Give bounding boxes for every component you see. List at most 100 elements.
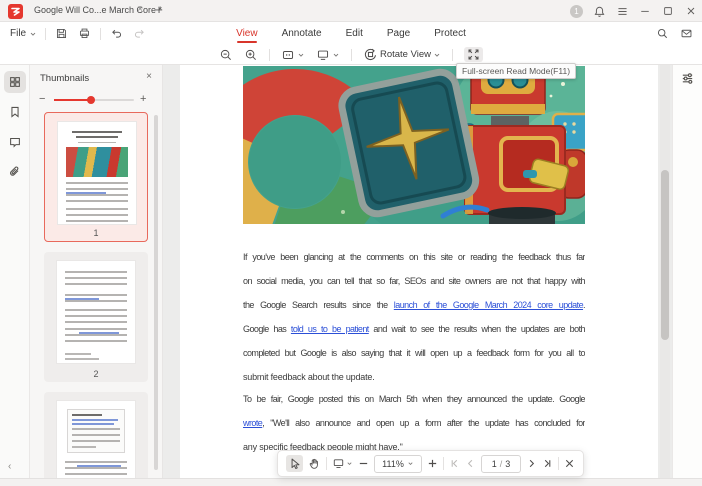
slider-plus-icon[interactable]: +	[140, 93, 146, 105]
chevron-down-icon	[332, 51, 340, 59]
bell-icon[interactable]	[592, 4, 606, 18]
page-view-icon	[332, 457, 345, 470]
text-line: on social media, you can tell that so fa…	[243, 269, 585, 293]
thumbnail-2-page-number: 2	[44, 369, 148, 379]
new-tab-button[interactable]: +	[152, 2, 166, 18]
tab-close-icon[interactable]: ×	[134, 4, 146, 16]
document-area: If you've been glancing at the comments …	[163, 65, 672, 478]
link-march-2024-core-update[interactable]: launch of the Google March 2024 core upd…	[394, 300, 583, 310]
chevron-down-icon	[433, 51, 441, 59]
panel-close-icon[interactable]: ×	[143, 71, 155, 83]
chevron-down-icon	[297, 51, 305, 59]
mail-icon[interactable]	[679, 26, 694, 41]
bookmark-icon	[8, 105, 22, 119]
thumbnail-page-2[interactable]: 2	[44, 252, 148, 382]
page-number-box[interactable]: 1 / 3	[481, 455, 521, 473]
divider	[351, 49, 352, 61]
hand-tool-button[interactable]	[308, 457, 321, 470]
link-told-us-to-be-patient[interactable]: told us to be patient	[291, 324, 369, 334]
text-line: To be fair, Google posted this on March …	[243, 387, 585, 411]
chevron-right-icon	[526, 458, 537, 469]
properties-sliders-icon[interactable]	[680, 71, 696, 87]
rotate-view-label: Rotate View	[380, 49, 431, 60]
thumbnail-page-1[interactable]: 1	[44, 112, 148, 242]
text-segment: Google has	[243, 324, 291, 334]
close-icon	[564, 458, 575, 469]
last-page-icon	[542, 458, 553, 469]
chevron-down-icon	[407, 460, 414, 467]
zoom-level-value: 111%	[382, 459, 404, 469]
select-tool-button[interactable]	[286, 455, 303, 472]
zoom-level-dropdown[interactable]: 111%	[374, 455, 422, 473]
page-display-dropdown[interactable]	[332, 457, 353, 470]
thumbnail-2-preview	[56, 260, 136, 364]
rotate-view-icon	[363, 47, 378, 62]
zoom-decrease-icon[interactable]	[358, 458, 369, 469]
zoom-in-icon[interactable]	[244, 48, 258, 62]
bookmarks-panel-button[interactable]	[4, 101, 26, 123]
thumbnails-panel-title: Thumbnails	[40, 73, 89, 84]
text-line: If you've been glancing at the comments …	[243, 245, 585, 269]
window-bottom-edge	[0, 478, 702, 486]
view-toolbar: Rotate View	[0, 45, 702, 65]
tab-view[interactable]: View	[236, 24, 258, 44]
chevron-down-icon	[346, 460, 353, 467]
menu-icon[interactable]	[615, 4, 629, 18]
tab-page[interactable]: Page	[387, 24, 410, 44]
floating-navigation-bar: 111% 1 / 3	[277, 450, 584, 477]
thumbnails-panel-button[interactable]	[4, 71, 26, 93]
divider	[326, 457, 327, 470]
text-line: the Google Search results since the laun…	[243, 293, 585, 317]
previous-page-button[interactable]	[465, 458, 476, 469]
document-scrollbar-thumb[interactable]	[661, 170, 669, 340]
tab-edit[interactable]: Edit	[346, 24, 363, 44]
collapse-sidebar-icon[interactable]: ‹	[8, 461, 11, 472]
first-page-button[interactable]	[449, 458, 460, 469]
fullscreen-icon	[467, 48, 480, 61]
paperclip-icon	[8, 165, 22, 179]
comment-icon	[8, 135, 22, 149]
slider-track[interactable]	[54, 99, 134, 101]
panel-scrollbar[interactable]	[154, 115, 158, 470]
first-page-icon	[449, 458, 460, 469]
robot-illustration-image	[243, 66, 585, 224]
tab-annotate[interactable]: Annotate	[282, 24, 322, 44]
page-separator: /	[500, 459, 503, 469]
maximize-icon[interactable]	[661, 4, 675, 18]
divider	[558, 457, 559, 470]
zoom-out-icon[interactable]	[219, 48, 233, 62]
text-line: Google has told us to be patient and wai…	[243, 317, 585, 341]
fit-page-dropdown[interactable]	[281, 48, 305, 62]
minimize-icon[interactable]	[638, 4, 652, 18]
app-logo-icon	[8, 4, 23, 19]
notification-badge[interactable]: 1	[570, 5, 583, 18]
link-wrote[interactable]: wrote	[243, 418, 262, 428]
slider-minus-icon[interactable]: −	[39, 93, 45, 105]
chevron-left-icon	[465, 458, 476, 469]
text-line: completed but Google is also saying that…	[243, 341, 585, 365]
last-page-button[interactable]	[542, 458, 553, 469]
divider	[452, 49, 453, 61]
attachments-panel-button[interactable]	[4, 161, 26, 183]
menubar: File View Annotate Edit Page Protect	[0, 22, 702, 45]
fullscreen-read-mode-button[interactable]	[464, 47, 483, 62]
article-paragraph-1: If you've been glancing at the comments …	[243, 245, 585, 389]
rotate-view-dropdown[interactable]: Rotate View	[363, 47, 441, 62]
window-close-icon[interactable]	[684, 4, 698, 18]
comments-panel-button[interactable]	[4, 131, 26, 153]
next-page-button[interactable]	[526, 458, 537, 469]
text-line: wrote, "We'll also announce and open up …	[243, 411, 585, 435]
text-segment: the Google Search results since the	[243, 300, 394, 310]
thumbnail-1-preview	[57, 121, 137, 225]
zoom-increase-icon[interactable]	[427, 458, 438, 469]
thumbnail-page-3[interactable]	[44, 392, 148, 478]
tab-protect[interactable]: Protect	[434, 24, 466, 44]
slider-knob[interactable]	[87, 96, 95, 104]
right-sidebar-rail	[672, 65, 702, 478]
ribbon-tabs: View Annotate Edit Page Protect	[0, 22, 702, 45]
close-floatbar-button[interactable]	[564, 458, 575, 469]
cursor-icon	[288, 457, 301, 470]
search-icon[interactable]	[655, 26, 670, 41]
page-view-dropdown[interactable]	[316, 48, 340, 62]
text-line: submit feedback about the update.	[243, 365, 585, 389]
